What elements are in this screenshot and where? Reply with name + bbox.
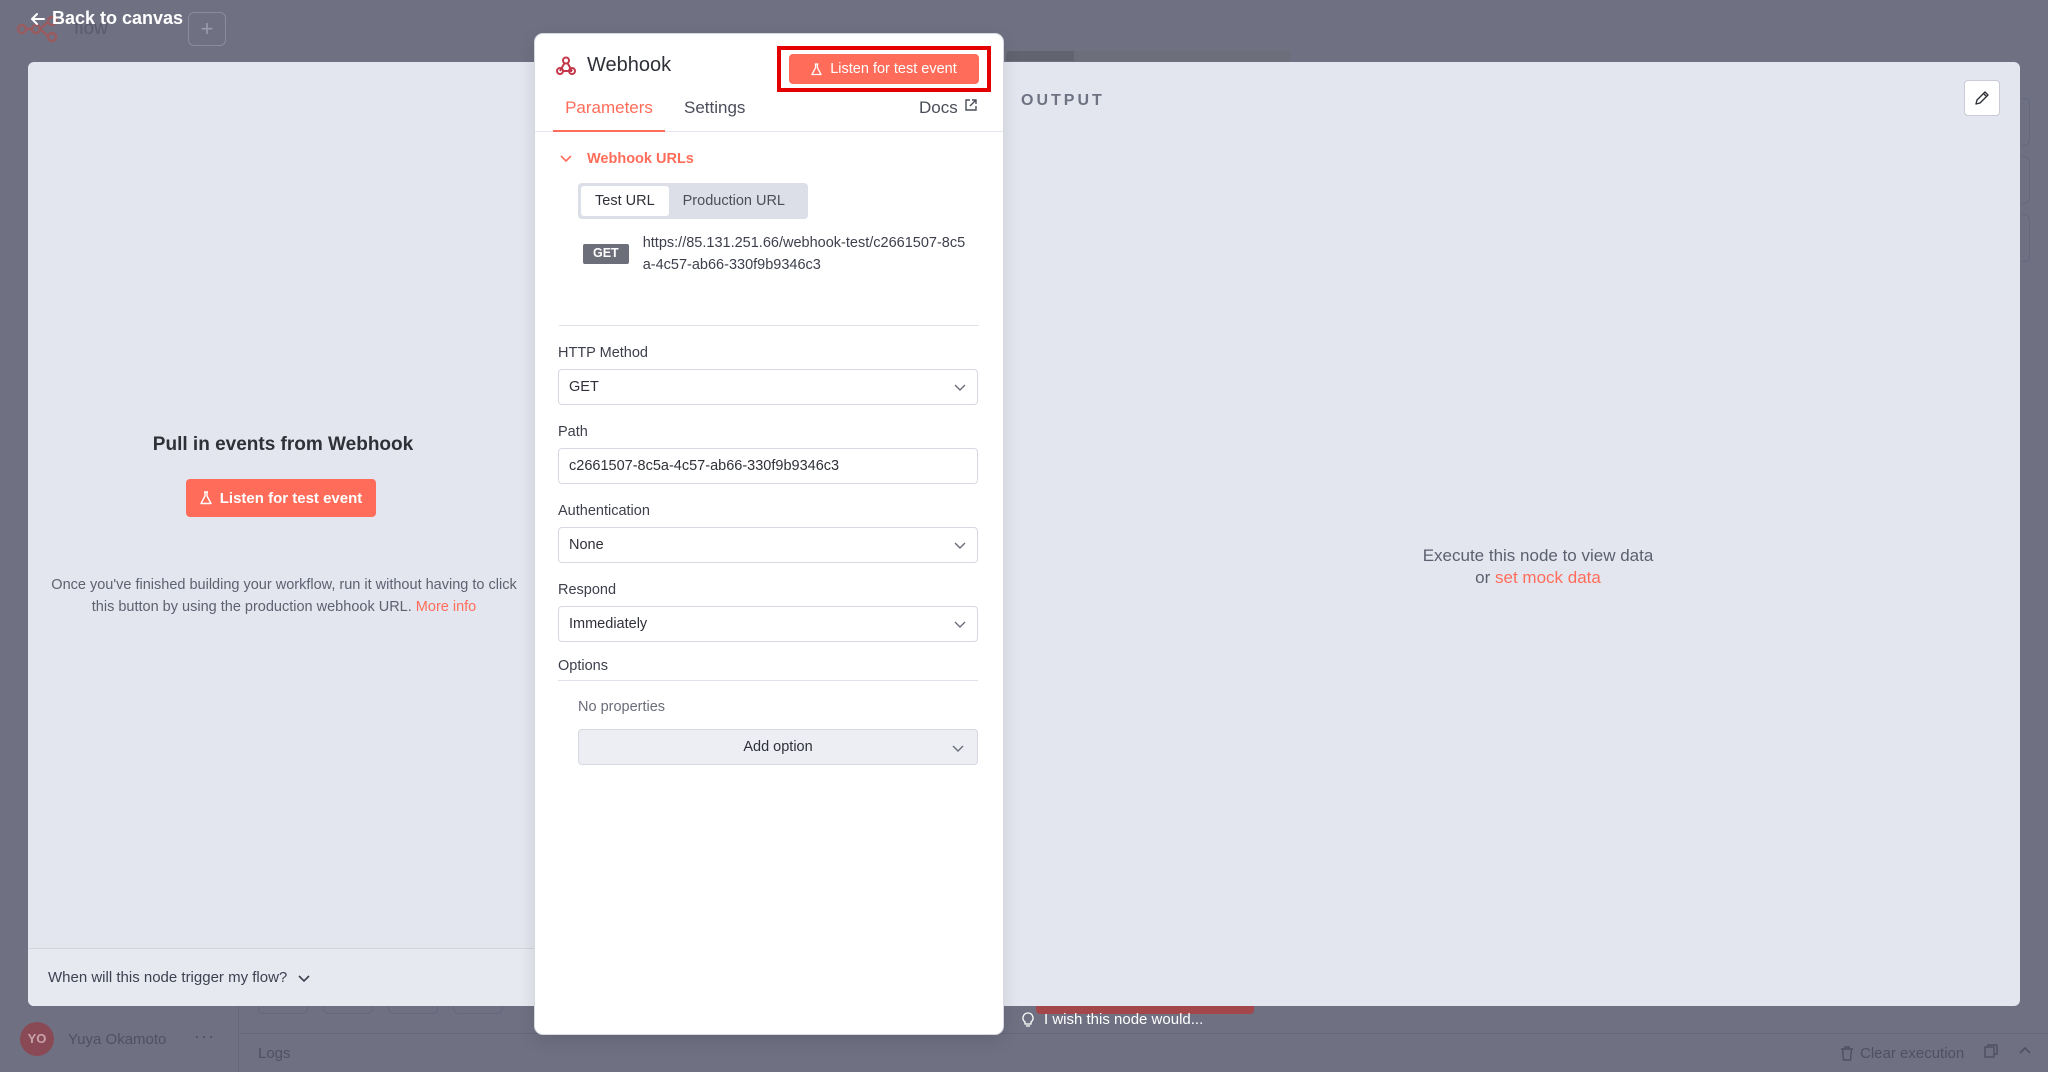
input-pane: Pull in events from Webhook Listen for t… <box>28 62 538 1006</box>
webhook-urls-label: Webhook URLs <box>587 151 694 167</box>
more-info-link[interactable]: More info <box>416 599 476 615</box>
listen-test-event-button[interactable]: Listen for test event <box>186 479 376 517</box>
production-url-hint: Once you've finished building your workf… <box>46 574 522 618</box>
background-side-tab <box>2022 156 2030 204</box>
node-parameters-panel: Webhook Listen for test event Parameters… <box>535 34 1003 1034</box>
external-link-icon <box>965 99 977 111</box>
respond-label: Respond <box>558 582 617 598</box>
output-empty-alt: or set mock data <box>1276 567 1800 589</box>
http-method-value: GET <box>569 379 599 395</box>
no-properties-text: No properties <box>578 699 666 715</box>
path-label: Path <box>558 424 588 440</box>
tab-parameters[interactable]: Parameters <box>553 98 665 132</box>
respond-select[interactable]: Immediately <box>558 606 978 642</box>
http-method-label: HTTP Method <box>558 345 648 361</box>
edit-output-button[interactable] <box>1964 80 2000 116</box>
set-mock-data-link[interactable]: set mock data <box>1495 568 1601 587</box>
back-to-canvas-label: Back to canvas <box>52 8 184 28</box>
more-icon[interactable]: ··· <box>194 1026 215 1047</box>
clear-execution-label: Clear execution <box>1860 1045 1965 1062</box>
feedback-prompt[interactable]: I wish this node would... <box>1022 1011 1203 1028</box>
chevron-down-icon <box>954 384 966 391</box>
output-empty-message: Execute this node to view data <box>1422 546 1654 565</box>
webhook-url-row[interactable]: GET https://85.131.251.66/webhook-test/c… <box>583 232 983 276</box>
options-label: Options <box>558 658 608 674</box>
trash-icon <box>1841 1046 1853 1061</box>
avatar: YO <box>20 1022 54 1056</box>
arrow-left-icon <box>31 12 45 25</box>
listen-test-event-label: Listen for test event <box>219 489 363 507</box>
feedback-label: I wish this node would... <box>1044 1011 1204 1028</box>
highlight-box: Listen for test event <box>777 46 991 92</box>
flask-icon <box>200 491 212 505</box>
chevron-down-icon <box>560 155 572 163</box>
back-to-canvas-link[interactable]: Back to canvas <box>30 8 183 29</box>
docs-label: Docs <box>919 98 958 117</box>
chevron-down-icon <box>298 974 310 982</box>
clear-execution-button[interactable]: Clear execution <box>1840 1045 1964 1062</box>
path-field[interactable] <box>558 448 978 484</box>
url-type-toggle: Test URL Production URL <box>578 183 808 219</box>
test-url-option[interactable]: Test URL <box>581 186 669 216</box>
panel-body: Webhook URLs Test URL Production URL GET… <box>535 133 1003 1034</box>
user-name: Yuya Okamoto <box>68 1030 167 1048</box>
add-option-button[interactable]: Add option <box>578 729 978 765</box>
trigger-help-footer: When will this node trigger my flow? <box>28 948 538 1006</box>
add-option-label: Add option <box>743 739 813 755</box>
logs-label[interactable]: Logs <box>258 1045 291 1062</box>
trigger-question-toggle[interactable]: When will this node trigger my flow? <box>48 969 311 986</box>
background-toolbar-segment <box>1074 51 1290 61</box>
background-side-tab <box>2022 214 2030 262</box>
copy-icon[interactable] <box>1984 1044 1998 1058</box>
http-method-select[interactable]: GET <box>558 369 978 405</box>
logs-actions <box>1984 1044 2032 1058</box>
respond-value: Immediately <box>569 616 648 632</box>
panel-listen-test-event-button[interactable]: Listen for test event <box>789 54 979 84</box>
lightbulb-icon <box>1022 1011 1034 1027</box>
method-badge: GET <box>583 244 629 264</box>
path-input[interactable] <box>569 458 967 474</box>
chevron-down-icon <box>954 542 966 549</box>
logs-divider <box>240 1033 2048 1034</box>
pencil-icon <box>1975 91 1989 105</box>
authentication-label: Authentication <box>558 503 650 519</box>
chevron-down-icon <box>952 745 964 752</box>
webhook-icon <box>556 56 576 75</box>
user-menu[interactable]: YO Yuya Okamoto <box>20 1022 166 1056</box>
panel-listen-test-event-label: Listen for test event <box>830 61 957 77</box>
node-title[interactable]: Webhook <box>555 54 671 77</box>
trigger-question-label: When will this node trigger my flow? <box>48 969 288 986</box>
output-empty-state: Execute this node to view data or set mo… <box>1276 545 1800 589</box>
output-pane-title: OUTPUT <box>1021 92 1105 109</box>
chevron-up-icon[interactable] <box>2018 1044 2032 1058</box>
tab-settings[interactable]: Settings <box>684 98 745 132</box>
panel-tabs: Parameters Settings Docs <box>535 98 1003 132</box>
authentication-value: None <box>569 537 604 553</box>
authentication-select[interactable]: None <box>558 527 978 563</box>
background-side-tab <box>2022 98 2030 146</box>
chevron-down-icon <box>954 621 966 628</box>
section-divider <box>559 325 979 326</box>
add-tag-button[interactable]: + <box>188 12 226 46</box>
webhook-urls-toggle[interactable]: Webhook URLs <box>559 151 694 167</box>
webhook-url: https://85.131.251.66/webhook-test/c2661… <box>642 235 966 273</box>
tab-docs[interactable]: Docs <box>919 98 978 132</box>
node-details-view: Pull in events from Webhook Listen for t… <box>28 62 2020 1006</box>
or-label: or <box>1475 568 1491 587</box>
node-name: Webhook <box>587 54 672 76</box>
input-pane-title: Pull in events from Webhook <box>152 434 414 455</box>
flask-icon <box>811 62 822 75</box>
panel-header: Webhook Listen for test event Parameters… <box>535 34 1003 132</box>
options-divider <box>558 680 978 681</box>
production-url-option[interactable]: Production URL <box>669 186 799 216</box>
